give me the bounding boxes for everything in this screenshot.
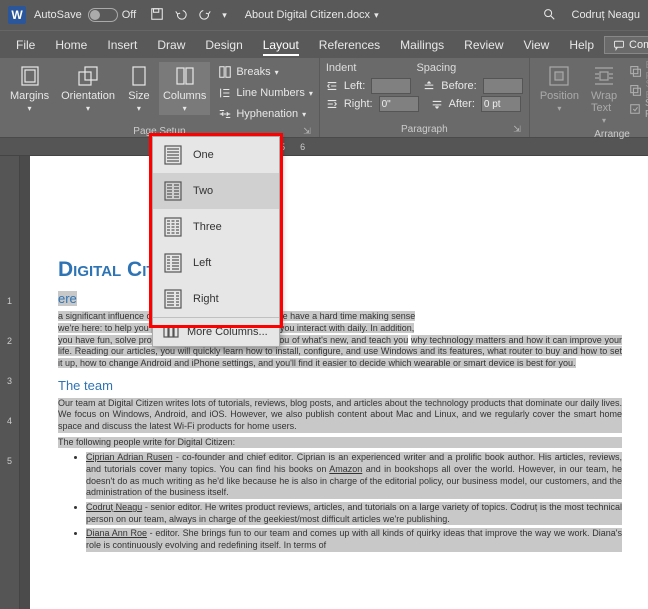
margins-button[interactable]: Margins▾ (6, 62, 53, 115)
space-before-input[interactable] (483, 78, 523, 94)
tab-mailings[interactable]: Mailings (390, 31, 454, 58)
indent-left-input[interactable] (371, 78, 411, 94)
user-name[interactable]: Codruț Neagu (572, 9, 641, 21)
send-backward-button: Send Back (629, 81, 648, 99)
columns-option-three[interactable]: Three (153, 209, 279, 245)
tab-home[interactable]: Home (45, 31, 97, 58)
doc-heading: The team (58, 378, 622, 395)
wrap-text-button: Wrap Text▾ (587, 62, 621, 127)
tab-help[interactable]: Help (559, 31, 604, 58)
columns-option-left[interactable]: Left (153, 245, 279, 281)
columns-dropdown: One Two Three Left Right More Columns... (152, 136, 280, 347)
orientation-button[interactable]: Orientation▾ (57, 62, 119, 115)
group-paragraph: Indent Spacing Left: Before: Right: 0" A… (320, 58, 530, 137)
tab-layout[interactable]: Layout (253, 31, 309, 58)
chevron-down-icon: ▾ (374, 10, 379, 21)
comments-button[interactable]: Commen (604, 36, 648, 54)
indent-label: Indent (326, 62, 357, 76)
bring-forward-button: Bring Forw (629, 62, 648, 80)
columns-option-right[interactable]: Right (153, 281, 279, 317)
columns-option-one[interactable]: One (153, 137, 279, 173)
indent-right-input[interactable]: 0" (379, 96, 419, 112)
spacing-label: Spacing (416, 62, 456, 76)
doc-paragraph: The following people write for Digital C… (58, 437, 622, 449)
hyphenation-button[interactable]: Hyphenation ▾ (218, 104, 313, 124)
doc-paragraph: a significant influence on our daily liv… (58, 311, 622, 369)
ruler-vertical[interactable]: 12345 (0, 156, 20, 609)
document-title[interactable]: About Digital Citizen.docx ▾ (245, 9, 379, 21)
autosave-toggle[interactable]: AutoSave Off (34, 8, 136, 22)
ribbon-tabs: File Home Insert Draw Design Layout Refe… (0, 30, 648, 58)
space-after-icon (431, 98, 443, 110)
indent-left-icon (326, 80, 338, 92)
selection-pane-button[interactable]: Selection P (629, 100, 648, 118)
undo-icon[interactable] (174, 7, 188, 24)
doc-heading: ere (58, 291, 622, 308)
group-label: Arrange (594, 129, 630, 140)
breaks-button[interactable]: Breaks ▾ (218, 62, 313, 82)
position-button: Position▾ (536, 62, 583, 115)
title-bar: W AutoSave Off ▾ About Digital Citizen.d… (0, 0, 648, 30)
redo-icon[interactable] (198, 7, 212, 24)
tab-design[interactable]: Design (195, 31, 252, 58)
group-page-setup: Margins▾ Orientation▾ Size▾ Columns▾ Bre… (0, 58, 320, 137)
size-button[interactable]: Size▾ (123, 62, 155, 115)
space-after-input[interactable]: 0 pt (481, 96, 521, 112)
group-label: Paragraph (401, 124, 448, 135)
document-page[interactable]: Digital Citizen ere a significant influe… (30, 156, 648, 609)
group-arrange: Position▾ Wrap Text▾ Bring Forw Send Bac… (530, 58, 648, 137)
tab-view[interactable]: View (514, 31, 560, 58)
columns-button[interactable]: Columns▾ (159, 62, 210, 115)
tab-insert[interactable]: Insert (97, 31, 147, 58)
tab-review[interactable]: Review (454, 31, 513, 58)
ribbon: Margins▾ Orientation▾ Size▾ Columns▾ Bre… (0, 58, 648, 138)
ruler-horizontal[interactable]: 123456 (0, 138, 648, 156)
space-after-label: After: (449, 98, 475, 110)
dialog-launcher-icon[interactable]: ⇲ (303, 126, 311, 137)
space-before-icon (423, 80, 435, 92)
list-item: Diana Ann Roe - editor. She brings fun t… (86, 528, 622, 551)
columns-option-two[interactable]: Two (153, 173, 279, 209)
list-item: Ciprian Adrian Rusen - co-founder and ch… (86, 452, 622, 499)
tab-references[interactable]: References (309, 31, 390, 58)
indent-left-label: Left: (344, 80, 365, 92)
doc-paragraph: Our team at Digital Citizen writes lots … (58, 398, 622, 433)
more-columns-button[interactable]: More Columns... (153, 318, 279, 346)
tab-file[interactable]: File (6, 31, 45, 58)
search-icon[interactable] (542, 7, 556, 24)
dialog-launcher-icon[interactable]: ⇲ (513, 124, 521, 135)
doc-title: Digital Citizen (58, 256, 622, 283)
save-icon[interactable] (150, 7, 164, 24)
word-logo: W (8, 6, 26, 24)
indent-right-icon (326, 98, 338, 110)
tab-draw[interactable]: Draw (147, 31, 195, 58)
line-numbers-button[interactable]: Line Numbers ▾ (218, 83, 313, 103)
list-item: Codruț Neagu - senior editor. He writes … (86, 502, 622, 525)
indent-right-label: Right: (344, 98, 373, 110)
workspace: 12345 Digital Citizen ere a significant … (0, 156, 648, 609)
qat-more-icon[interactable]: ▾ (222, 10, 227, 21)
space-before-label: Before: (441, 80, 476, 92)
